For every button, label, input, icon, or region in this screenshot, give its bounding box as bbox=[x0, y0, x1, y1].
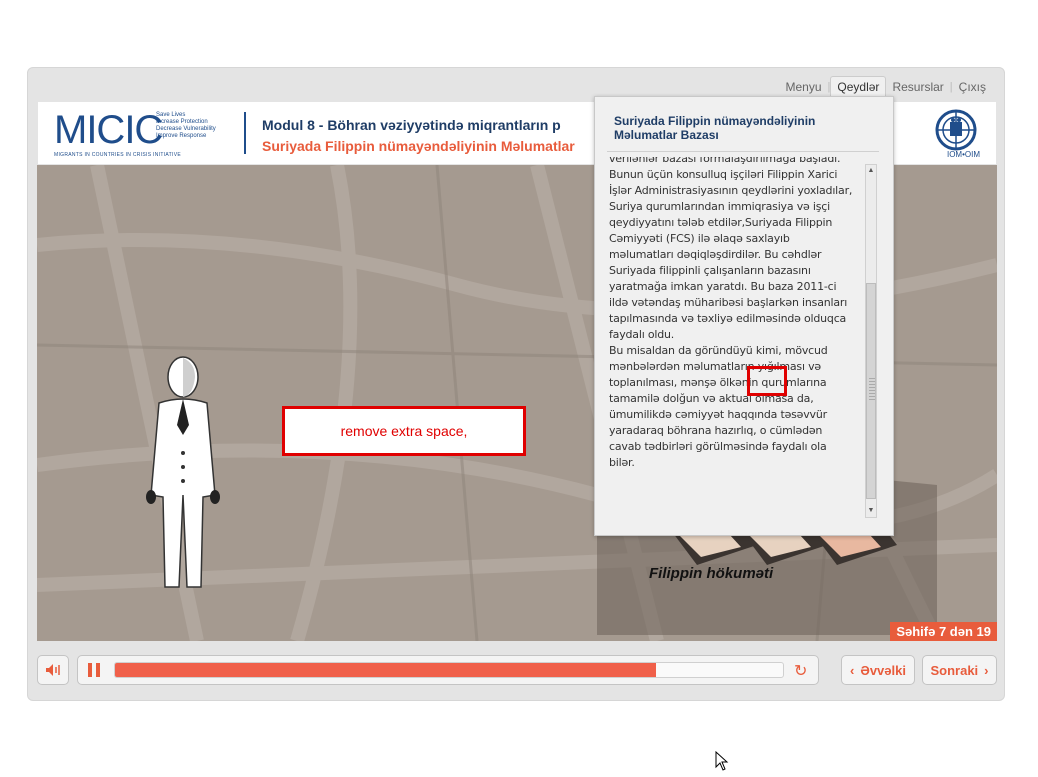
notes-line: bilər. bbox=[609, 456, 635, 469]
scroll-up-arrow-icon[interactable]: ▲ bbox=[866, 165, 876, 177]
playback-controls: ↻ ‹ Əvvəlki Sonraki › bbox=[37, 654, 997, 690]
micic-logo-tagline: Save Lives Increase Protection Decrease … bbox=[156, 112, 216, 139]
notes-line: verilənlər bazası formalaşdırılmağa başl… bbox=[609, 157, 841, 165]
notes-line: qeydiyyatını tələb etdilər,Suriyada Fili… bbox=[609, 216, 833, 229]
micic-logo-subtitle: MIGRANTS IN COUNTRIES IN CRISIS INITIATI… bbox=[54, 152, 181, 158]
notes-line: cavab tədbirləri görülməsində faydalı ol… bbox=[609, 440, 827, 453]
top-navigation: Menyu | Qeydlər Resurslar | Çıxış bbox=[780, 76, 992, 97]
notes-line: İşlər Administrasiyasının qeydlərini yox… bbox=[609, 184, 853, 197]
pause-icon[interactable] bbox=[88, 663, 100, 677]
annotation-callout: remove extra space, bbox=[282, 406, 526, 456]
micic-logo-text: MICIC bbox=[54, 108, 163, 152]
notes-text: verilənlər bazası formalaşdırılmağa başl… bbox=[609, 157, 852, 471]
nav-resources[interactable]: Resurslar bbox=[886, 77, 949, 97]
header-divider bbox=[244, 112, 246, 154]
nav-menu[interactable]: Menyu bbox=[780, 77, 828, 97]
chevron-right-icon: › bbox=[984, 662, 989, 678]
notes-line: Cəmiyyəti (FCS) ilə əlaqə saxlayıb bbox=[609, 232, 790, 245]
notes-line: tapılmasında və təxliyə edilməsində oldu… bbox=[609, 312, 847, 325]
micic-logo: MICIC Save Lives Increase Protection Dec… bbox=[54, 110, 224, 158]
module-title: Modul 8 - Böhran vəziyyətində miqrantlar… bbox=[262, 117, 561, 133]
notes-line: toplanılması, mənşə ölkənin qurumlarına bbox=[609, 376, 827, 389]
page-indicator: Səhifə 7 dən 19 bbox=[890, 622, 997, 641]
nav-notes[interactable]: Qeydlər bbox=[830, 76, 887, 97]
notes-line: Suriya qurumlarından immiqrasiya və işçi bbox=[609, 200, 830, 213]
notes-divider bbox=[607, 151, 879, 152]
scroll-down-arrow-icon[interactable]: ▼ bbox=[866, 505, 876, 517]
notes-body[interactable]: verilənlər bazası formalaşdırılmağa başl… bbox=[609, 157, 855, 529]
scroll-thumb[interactable] bbox=[866, 283, 876, 499]
notes-line: məlumatları dəqiqləşdirdilər. Bu cəhdlər bbox=[609, 248, 822, 261]
notes-line: faydalı oldu. bbox=[609, 328, 675, 341]
progress-control: ↻ bbox=[77, 655, 819, 685]
replay-icon[interactable]: ↻ bbox=[794, 661, 807, 681]
notes-line: Bu misaldan da göründüyü kimi, mövcud bbox=[609, 344, 828, 357]
chevron-left-icon: ‹ bbox=[850, 662, 855, 678]
notes-line: mənbələrdən məlumatların yığılması və bbox=[609, 360, 821, 373]
progress-fill bbox=[115, 663, 657, 677]
speaker-icon bbox=[46, 664, 60, 676]
previous-button[interactable]: ‹ Əvvəlki bbox=[841, 655, 915, 685]
volume-button[interactable] bbox=[37, 655, 69, 685]
notes-line: ildə vətəndaş müharibəsi başlarkən insan… bbox=[609, 296, 848, 309]
notes-panel: Suriyada Filippin nümayəndəliyinin Məlum… bbox=[594, 96, 894, 536]
notes-line: yaratmağa imkan yaratdı. Bu baza 2011-ci bbox=[609, 280, 837, 293]
notes-line: yaradaraq böhrana hazırlıq, o cümlədən bbox=[609, 424, 823, 437]
notes-line: ümumilikdə cəmiyyət haqqında təsəvvür bbox=[609, 408, 827, 421]
notes-line: Suriyada filippinli çalışanların bazasın… bbox=[609, 264, 811, 277]
iom-label: IOM•OIM bbox=[946, 150, 980, 159]
notes-scrollbar[interactable]: ▲ ▼ bbox=[865, 164, 877, 518]
previous-label: Əvvəlki bbox=[860, 662, 906, 678]
notes-title: Suriyada Filippin nümayəndəliyinin Məlum… bbox=[614, 114, 816, 142]
next-label: Sonraki bbox=[930, 662, 979, 678]
notes-line: tamamilə dolğun və aktual olmasa da, bbox=[609, 392, 814, 405]
nav-exit[interactable]: Çıxış bbox=[953, 77, 992, 97]
grip-icon bbox=[869, 378, 875, 402]
progress-bar[interactable] bbox=[114, 662, 784, 678]
next-button[interactable]: Sonraki › bbox=[922, 655, 997, 685]
mouse-cursor-icon bbox=[715, 751, 729, 771]
notes-line: Bunun üçün konsulluq işçiləri Filippin X… bbox=[609, 168, 838, 181]
annotation-highlight-box bbox=[747, 366, 787, 396]
flag-caption: Filippin hökuməti bbox=[649, 565, 774, 582]
page-title: Suriyada Filippin nümayəndəliyinin Məlum… bbox=[262, 138, 575, 154]
businessman-figure bbox=[146, 356, 220, 588]
